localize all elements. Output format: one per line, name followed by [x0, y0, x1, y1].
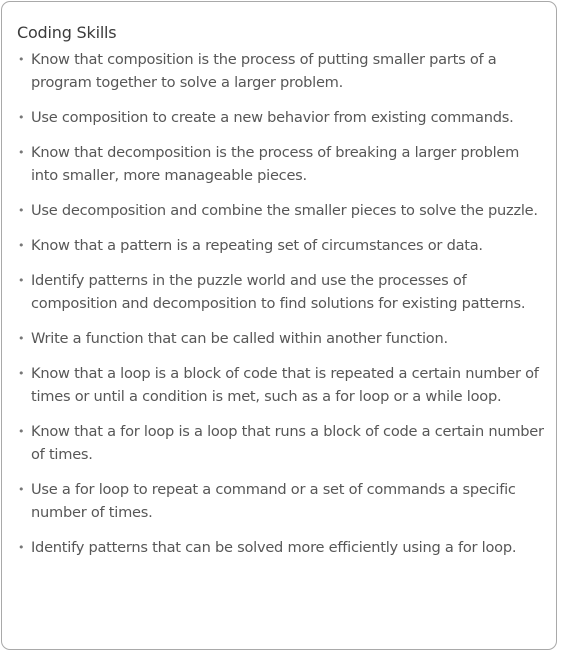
skill-text: Write a function that can be called with…: [31, 330, 448, 347]
bullet-icon: •: [18, 367, 25, 380]
bullet-icon: •: [18, 239, 25, 252]
skill-item: • Know that a loop is a block of code tha…: [17, 362, 547, 408]
skill-item: • Use decomposition and combine the small…: [17, 199, 547, 222]
coding-skills-card: Coding Skills • Know that composition is …: [1, 1, 557, 650]
skill-item: • Write a function that can be called wit…: [17, 327, 547, 350]
bullet-icon: •: [18, 204, 25, 217]
skill-text: Know that composition is the process of …: [31, 51, 497, 91]
bullet-icon: •: [18, 483, 25, 496]
skill-text: Use composition to create a new behavior…: [31, 109, 514, 126]
skill-text: Use decomposition and combine the smalle…: [31, 202, 538, 219]
bullet-icon: •: [18, 425, 25, 438]
skill-text: Use a for loop to repeat a command or a …: [31, 481, 516, 521]
skill-text: Know that a pattern is a repeating set o…: [31, 237, 483, 254]
skill-text: Identify patterns that can be solved mor…: [31, 539, 517, 556]
bullet-icon: •: [18, 274, 25, 287]
skill-item: • Identify patterns that can be solved mo…: [17, 536, 547, 559]
skill-item: • Know that a for loop is a loop that run…: [17, 420, 547, 466]
skill-item: • Use composition to create a new behavio…: [17, 106, 547, 129]
skills-list: • Know that composition is the process of…: [17, 48, 547, 571]
bullet-icon: •: [18, 111, 25, 124]
card-title: Coding Skills: [17, 23, 117, 42]
skill-item: • Know that a pattern is a repeating set …: [17, 234, 547, 257]
skill-text: Know that a for loop is a loop that runs…: [31, 423, 544, 463]
bullet-icon: •: [18, 541, 25, 554]
skill-text: Identify patterns in the puzzle world an…: [31, 272, 526, 312]
bullet-icon: •: [18, 53, 25, 66]
skill-item: • Know that decomposition is the process …: [17, 141, 547, 187]
skill-item: • Use a for loop to repeat a command or a…: [17, 478, 547, 524]
bullet-icon: •: [18, 146, 25, 159]
skill-text: Know that a loop is a block of code that…: [31, 365, 539, 405]
skill-item: • Identify patterns in the puzzle world a…: [17, 269, 547, 315]
skill-text: Know that decomposition is the process o…: [31, 144, 520, 184]
skill-item: • Know that composition is the process of…: [17, 48, 547, 94]
bullet-icon: •: [18, 332, 25, 345]
